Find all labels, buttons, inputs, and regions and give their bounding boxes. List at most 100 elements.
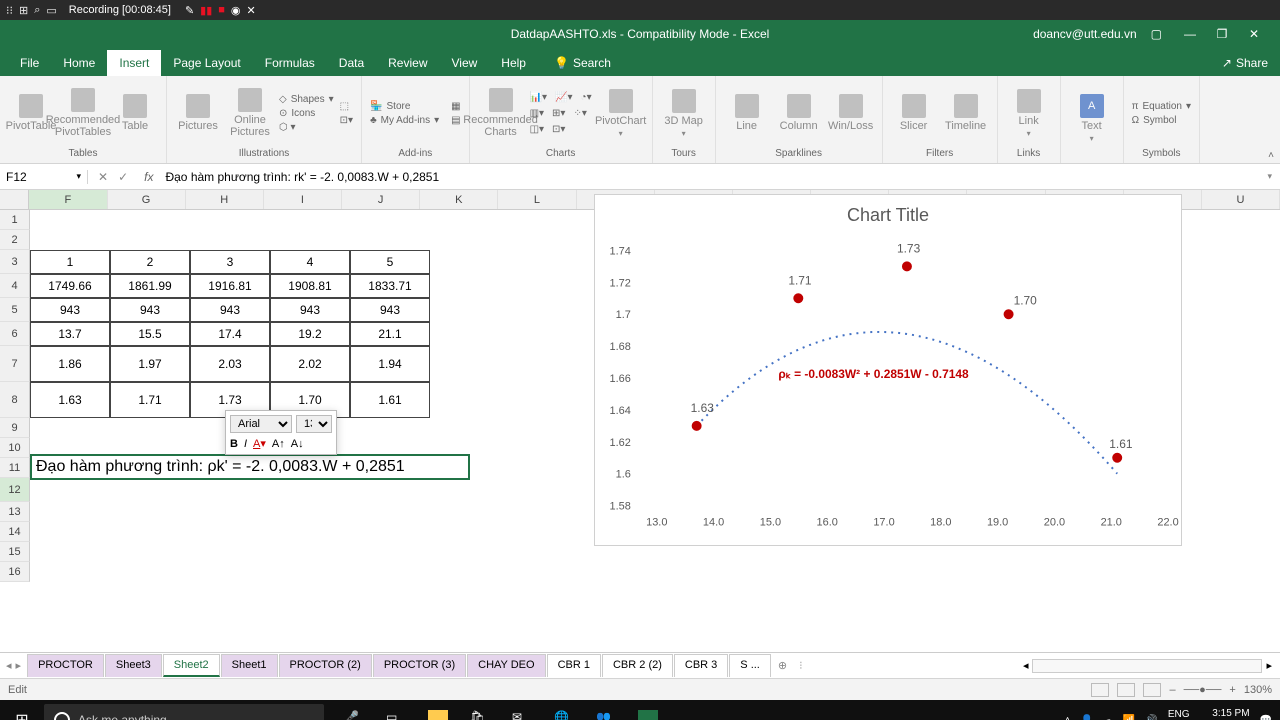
tab-home[interactable]: Home [51, 50, 107, 76]
zoom-in-button[interactable]: + [1229, 684, 1235, 696]
tray-clock[interactable]: 3:15 PM09/05/2018 [1199, 708, 1249, 720]
sparkline-line-button[interactable]: Line [724, 94, 770, 132]
table-button[interactable]: Table [112, 94, 158, 132]
hscroll-left-icon[interactable]: ◂ [1023, 659, 1029, 672]
expand-formula-icon[interactable]: ▾ [1259, 171, 1280, 182]
link-button[interactable]: Link▾ [1006, 89, 1052, 138]
tray-chevron-icon[interactable]: ˄ [1065, 715, 1071, 720]
mini-font-select[interactable]: Arial [230, 415, 292, 433]
zoom-out-button[interactable]: – [1169, 684, 1175, 696]
tab-insert[interactable]: Insert [107, 50, 161, 76]
column-chart-icon[interactable]: 📊▾ [530, 92, 547, 103]
recommended-pivottables-button[interactable]: Recommended PivotTables [60, 88, 106, 138]
statistic-chart-icon[interactable]: ⊞▾ [552, 108, 565, 119]
maximize-button[interactable]: ❐ [1208, 27, 1236, 41]
sheet-tab[interactable]: Sheet1 [221, 654, 278, 677]
timeline-button[interactable]: Timeline [943, 94, 989, 132]
line-chart-icon[interactable]: 📈▾ [555, 92, 572, 103]
embedded-chart[interactable]: Chart Title 1.74 1.72 1.7 1.68 1.66 1.64… [594, 194, 1182, 546]
mini-grow-font-button[interactable]: A↑ [272, 438, 285, 450]
mini-bold-button[interactable]: B [230, 438, 238, 450]
sheet-tab[interactable]: CBR 3 [674, 654, 728, 677]
store-button[interactable]: 🏪 Store [370, 101, 439, 112]
recommended-charts-button[interactable]: Recommended Charts [478, 88, 524, 138]
tab-formulas[interactable]: Formulas [253, 50, 327, 76]
mini-shrink-font-button[interactable]: A↓ [291, 438, 304, 450]
text-button[interactable]: AText▾ [1069, 94, 1115, 143]
fx-icon[interactable]: fx [138, 170, 159, 184]
name-box[interactable]: F12▾ [0, 170, 88, 184]
store-icon[interactable]: 🛍 [460, 704, 500, 720]
col-U[interactable]: U [1202, 190, 1280, 209]
sheet-tab[interactable]: CBR 2 (2) [602, 654, 673, 677]
data-point-5[interactable] [1112, 453, 1122, 463]
page-break-view-button[interactable] [1143, 683, 1161, 697]
rec-edit-icon[interactable]: ✎ [185, 4, 194, 17]
worksheet-grid[interactable]: F G H I J K L M N O P Q R S T U 1 2 3 1 … [0, 190, 1280, 652]
pictures-button[interactable]: Pictures [175, 94, 221, 132]
col-J[interactable]: J [342, 190, 420, 209]
col-L[interactable]: L [498, 190, 576, 209]
mini-italic-button[interactable]: I [244, 438, 247, 450]
shapes-menu[interactable]: ◇ Shapes ▾ [279, 94, 334, 105]
row-2[interactable]: 2 [0, 230, 30, 250]
rec-crop-icon[interactable]: ▭ [46, 4, 56, 17]
normal-view-button[interactable] [1091, 683, 1109, 697]
chart-title[interactable]: Chart Title [595, 205, 1181, 226]
sheet-tab[interactable]: CBR 1 [547, 654, 601, 677]
sheet-tab[interactable]: PROCTOR (3) [373, 654, 466, 677]
cortana-search[interactable]: Ask me anything [44, 704, 324, 720]
excel-taskbar-icon[interactable] [628, 704, 668, 720]
col-G[interactable]: G [108, 190, 186, 209]
3d-map-button[interactable]: 3D Map▾ [661, 89, 707, 138]
tab-page-layout[interactable]: Page Layout [161, 50, 252, 76]
rec-record-icon[interactable]: ▮▮ [200, 4, 212, 17]
page-layout-view-button[interactable] [1117, 683, 1135, 697]
data-point-2[interactable] [793, 293, 803, 303]
tab-review[interactable]: Review [376, 50, 439, 76]
start-button[interactable]: ⊞ [0, 710, 44, 720]
tray-network-icon[interactable]: 📶 [1123, 715, 1135, 720]
sheet-nav-next-icon[interactable]: ▸ [16, 659, 22, 672]
cancel-formula-icon[interactable]: ✕ [98, 170, 108, 184]
tray-notifications-icon[interactable]: 💬 [1260, 715, 1272, 720]
my-addins-button[interactable]: ♣ My Add-ins ▾ [370, 115, 439, 126]
col-F[interactable]: F [29, 190, 107, 209]
zoom-level[interactable]: 130% [1244, 684, 1272, 696]
taskbar-mic-icon[interactable]: 🎤 [334, 704, 374, 720]
map-chart-icon[interactable]: ⊡▾ [552, 124, 565, 135]
sparkline-winloss-button[interactable]: Win/Loss [828, 94, 874, 132]
file-explorer-icon[interactable] [418, 704, 458, 720]
formula-input[interactable]: Đạo hàm phương trình: rk' = -2. 0,0083.W… [159, 170, 1259, 184]
chrome-icon[interactable]: 🌐 [544, 704, 584, 720]
screenshot-icon[interactable]: ⊡▾ [340, 115, 353, 126]
bing-maps-icon[interactable]: ▦ [451, 101, 460, 112]
sheet-tab[interactable]: PROCTOR (2) [279, 654, 372, 677]
sheet-tab[interactable]: PROCTOR [27, 654, 104, 677]
mini-fontcolor-button[interactable]: A▾ [253, 437, 266, 450]
3dmodels-icon[interactable]: ⬡ ▾ [279, 122, 334, 133]
hscroll-track[interactable] [1032, 659, 1262, 673]
sheet-tab[interactable]: Sheet3 [105, 654, 162, 677]
rec-zoom-icon[interactable]: ⌕ [34, 4, 40, 17]
namebox-dropdown-icon[interactable]: ▾ [76, 171, 81, 182]
rec-stop-icon[interactable]: ■ [218, 4, 225, 16]
rec-close-icon[interactable]: ✕ [247, 4, 256, 17]
trendline-equation[interactable]: ρₖ = -0.0083W² + 0.2851W - 0.7148 [778, 367, 969, 381]
data-point-3[interactable] [902, 261, 912, 271]
enter-formula-icon[interactable]: ✓ [118, 170, 128, 184]
rec-handle-icon[interactable]: ⁝⁝ [6, 4, 13, 17]
row-3[interactable]: 3 [0, 250, 30, 274]
smartart-icon[interactable]: ⬚ [340, 101, 353, 112]
share-button[interactable]: ↗ Share [1210, 50, 1280, 76]
tab-view[interactable]: View [440, 50, 490, 76]
sheet-nav-prev-icon[interactable]: ◂ [6, 659, 12, 672]
scatter-chart-icon[interactable]: ⁘▾ [573, 108, 586, 119]
sheet-tab[interactable]: CHAY DEO [467, 654, 545, 677]
select-all-corner[interactable] [0, 190, 29, 209]
ribbon-display-icon[interactable]: ▢ [1151, 27, 1162, 41]
tray-people-icon[interactable]: 👤 [1080, 715, 1092, 720]
teams-icon[interactable]: 👥 [586, 704, 626, 720]
pie-chart-icon[interactable]: ◔▾ [581, 92, 592, 103]
tray-onedrive-icon[interactable]: ☁ [1103, 715, 1113, 720]
